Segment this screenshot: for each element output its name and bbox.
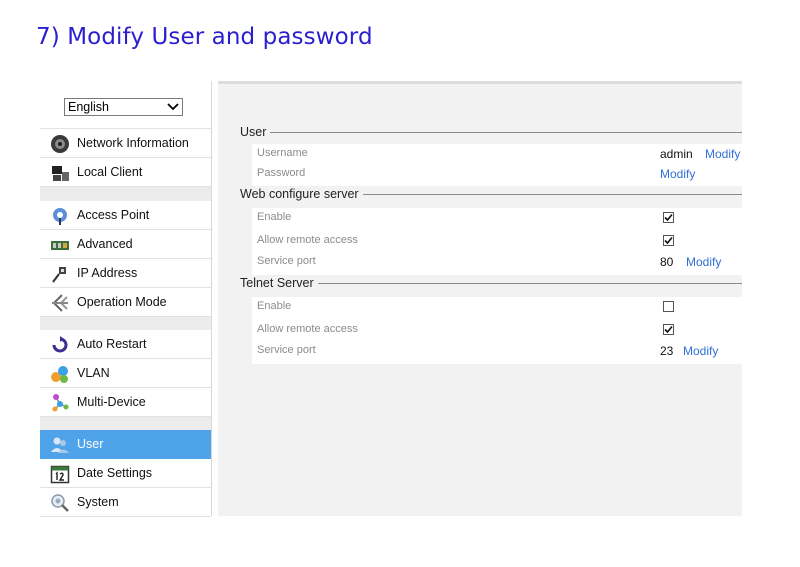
checkmark-icon [664,325,673,334]
system-icon [51,494,69,512]
telnet-remote-label: Allow remote access [257,323,358,335]
user-section-rows: Username admin Modify Password Modify [252,144,742,186]
sidebar-item-label: Auto Restart [77,337,147,351]
operation-mode-icon [52,294,68,312]
web-port-row: Service port 80 Modify [252,252,742,272]
sidebar-item-label: Operation Mode [77,295,167,309]
telnet-remote-checkbox[interactable] [663,324,674,335]
sidebar-item-label: Multi-Device [77,395,146,409]
telnet-enable-checkbox[interactable] [663,301,674,312]
sidebar-item-operation-mode[interactable]: Operation Mode [40,288,211,317]
username-modify-link[interactable]: Modify [705,147,740,161]
section-divider [240,132,742,133]
sidebar-item-advanced[interactable]: Advanced [40,230,211,259]
web-enable-checkbox[interactable] [663,212,674,223]
router-admin-window: English Network Information Local Client [40,81,742,517]
sidebar-item-network-information[interactable]: Network Information [40,129,211,158]
web-port-modify-link[interactable]: Modify [686,255,721,269]
username-value: admin [660,147,693,161]
web-port-label: Service port [257,255,316,267]
sidebar-item-system[interactable]: System [40,488,211,517]
sidebar-item-label: System [77,495,119,509]
telnet-enable-label: Enable [257,300,292,312]
web-remote-checkbox[interactable] [663,235,674,246]
telnet-port-modify-link[interactable]: Modify [683,344,718,358]
sidebar-item-vlan[interactable]: VLAN [40,359,211,388]
sidebar-item-auto-restart[interactable]: Auto Restart [40,330,211,359]
sidebar-item-label: Advanced [77,237,133,251]
local-client-icon [52,166,69,181]
user-icon [51,437,69,453]
chevron-down-icon [167,103,179,111]
advanced-icon [51,241,69,250]
password-label: Password [257,167,306,179]
page-heading: 7) Modify User and password [36,24,373,50]
language-select-value: English [68,100,109,114]
sidebar-item-access-point[interactable]: Access Point [40,201,211,230]
ip-address-icon [52,267,66,283]
sidebar: English Network Information Local Client [40,81,212,517]
password-modify-link[interactable]: Modify [660,167,695,181]
telnet-enable-row: Enable [252,297,742,317]
sidebar-item-label: Date Settings [77,466,153,480]
language-select[interactable]: English [64,98,183,116]
telnet-remote-row: Allow remote access [252,320,742,340]
access-point-icon [53,208,67,225]
checkmark-icon [664,213,673,222]
language-area: English [40,81,211,129]
main-panel: User Username admin Modify Password Modi… [218,81,742,516]
sidebar-item-local-client[interactable]: Local Client [40,158,211,187]
user-section-title: User [240,125,271,139]
password-row: Password Modify [252,164,742,184]
sidebar-item-label: VLAN [77,366,110,380]
web-remote-label: Allow remote access [257,234,358,246]
telnet-port-row: Service port 23 Modify [252,341,742,361]
web-section-rows: Enable Allow remote access Service port … [252,208,742,275]
sidebar-item-user[interactable]: User [40,430,211,459]
web-port-value: 80 [660,255,674,269]
sidebar-item-label: Access Point [77,208,150,222]
sidebar-item-label: Local Client [77,165,143,179]
telnet-port-label: Service port [257,344,316,356]
sidebar-item-multi-device[interactable]: Multi-Device [40,388,211,417]
username-label: Username [257,147,308,159]
sidebar-item-ip-address[interactable]: IP Address [40,259,211,288]
multi-device-icon [52,394,69,412]
vlan-icon [51,366,68,383]
telnet-section-rows: Enable Allow remote access Service port … [252,297,742,364]
sidebar-item-label: IP Address [77,266,138,280]
sidebar-item-label: Network Information [77,136,189,150]
telnet-port-value: 23 [660,344,674,358]
telnet-section-title: Telnet Server [240,276,318,290]
sidebar-item-label: User [77,437,104,451]
checkmark-icon [664,236,673,245]
calendar-icon [50,465,70,484]
username-row: Username admin Modify [252,144,742,164]
auto-restart-icon [52,336,68,353]
web-enable-label: Enable [257,211,292,223]
sidebar-item-date-settings[interactable]: Date Settings [40,459,211,488]
web-section-title: Web configure server [240,187,363,201]
network-info-icon [51,135,69,153]
web-enable-row: Enable [252,208,742,228]
web-remote-row: Allow remote access [252,231,742,251]
